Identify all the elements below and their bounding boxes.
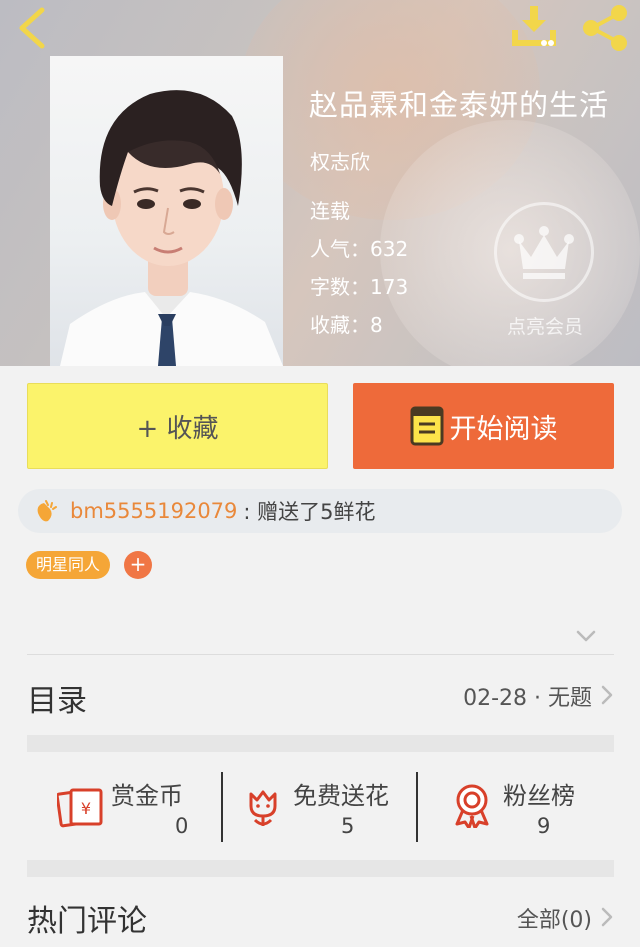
table-of-contents-row[interactable]: 目录 02-28 · 无题: [27, 664, 614, 728]
serial-status: 连载: [310, 199, 350, 223]
favorites-stat: 收藏：8: [310, 309, 383, 338]
free-flower-count: 5: [341, 814, 355, 838]
book-header: 赵品霖和金泰妍的生活 权志欣 连载 人气：632 字数：173 收藏：8 点亮会…: [0, 0, 640, 366]
chevron-right-icon: [601, 685, 613, 705]
word-count-label: 字数：: [310, 275, 370, 299]
author-name[interactable]: 权志欣: [310, 146, 370, 175]
download-icon[interactable]: [508, 4, 560, 50]
toc-title: 目录: [27, 684, 87, 719]
divider: [416, 772, 418, 842]
reward-coins-label: 赏金币: [111, 782, 183, 810]
favorites-value: 8: [370, 313, 383, 337]
book-title: 赵品霖和金泰妍的生活: [309, 88, 610, 122]
free-flower-label: 免费送花: [293, 782, 389, 810]
fan-ranking-count: 9: [537, 814, 551, 838]
book-cover-image[interactable]: [50, 56, 283, 366]
start-reading-label: 开始阅读: [449, 413, 558, 445]
reader-actions: ¥ 赏金币 0 免费送花 5 粉丝榜 9: [27, 752, 614, 860]
start-reading-button[interactable]: 开始阅读: [353, 383, 614, 469]
divider: [221, 772, 223, 842]
gift-notification-bar: bm5555192079 : 赠送了5鲜花: [18, 489, 622, 533]
gift-username[interactable]: bm5555192079: [70, 499, 237, 523]
word-count-value: 173: [370, 275, 409, 299]
vip-label: 点亮会员: [506, 316, 583, 338]
add-to-favorites-button[interactable]: + 收藏: [27, 383, 328, 469]
section-spacer: [27, 735, 614, 752]
reward-coins-count: 0: [175, 814, 189, 838]
toc-latest-chapter: 02-28 · 无题: [463, 686, 592, 711]
back-icon[interactable]: [14, 6, 54, 50]
medal-icon: [455, 784, 489, 828]
add-tag-button[interactable]: +: [124, 551, 152, 579]
chevron-right-icon: [601, 907, 613, 927]
word-count-stat: 字数：173: [310, 271, 408, 300]
popularity-stat: 人气：632: [310, 233, 408, 262]
popularity-value: 632: [370, 237, 409, 261]
crown-icon: [514, 226, 574, 279]
add-to-favorites-label: + 收藏: [136, 413, 219, 444]
share-icon[interactable]: [580, 4, 630, 52]
svg-text:¥: ¥: [81, 799, 91, 818]
flower-icon: [249, 790, 277, 826]
cover-portrait: [60, 90, 283, 366]
chevron-down-icon[interactable]: [574, 627, 598, 645]
favorites-label: 收藏：: [310, 313, 370, 337]
divider: [27, 654, 614, 655]
vip-badge-circle: [494, 202, 594, 302]
fan-ranking-button[interactable]: 粉丝榜 9: [451, 752, 611, 860]
tag-star-fanfic[interactable]: 明星同人: [26, 551, 111, 579]
gift-message: : 赠送了5鲜花: [243, 500, 376, 524]
free-flower-button[interactable]: 免费送花 5: [243, 752, 423, 860]
vip-membership-button[interactable]: 点亮会员: [490, 202, 596, 342]
popularity-label: 人气：: [310, 237, 370, 261]
section-spacer: [27, 860, 614, 877]
book-icon: [410, 406, 443, 446]
hot-comments-row[interactable]: 热门评论 全部(0): [27, 882, 614, 946]
fan-ranking-label: 粉丝榜: [503, 782, 575, 810]
clap-icon: [37, 500, 57, 522]
reward-coins-button[interactable]: ¥ 赏金币 0: [57, 752, 217, 860]
all-comments-link[interactable]: 全部(0): [517, 902, 592, 934]
hot-comments-title: 热门评论: [27, 904, 147, 939]
red-envelope-icon: ¥: [57, 788, 103, 828]
